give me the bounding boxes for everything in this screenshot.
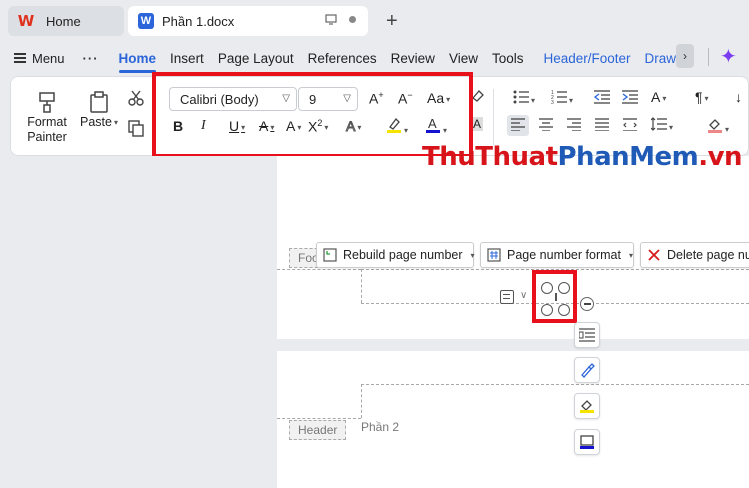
delete-x-icon [647,248,661,262]
fill-color-tool[interactable] [574,393,600,419]
text-direction-icon[interactable]: A ▾ [651,89,666,105]
menu-header-footer[interactable]: Header/Footer [543,51,630,66]
menu-button-label: Menu [32,50,65,66]
section-label: Phần 2 [361,420,400,434]
tab-document-label: Phần 1.docx [162,13,235,29]
monitor-icon[interactable] [325,14,337,28]
new-tab-plus-icon[interactable]: + [386,10,398,33]
unsaved-dot-icon [349,16,356,23]
watermark-part-4: Mem [629,142,699,172]
delete-label: Delete page nu [667,248,749,262]
watermark-part-5: .vn [698,142,743,172]
justify-icon[interactable] [595,117,609,134]
position-picker-highlight [532,270,577,323]
rebuild-dropdown-icon: ▾ [470,250,475,260]
menu-scroll-right-icon[interactable]: › [676,44,694,68]
hamburger-icon [14,53,26,63]
cut-icon[interactable] [127,89,145,110]
paste-label: Paste [80,115,112,129]
watermark-part-3: Phan [557,142,630,172]
wrap-text-icon [579,328,595,342]
header-guide-line [277,418,361,419]
ai-sparkle-icon[interactable]: ✦ [720,44,737,69]
sort-icon[interactable]: ↓ [735,89,742,105]
header-tag: Header [289,420,347,440]
delete-page-number-button[interactable]: Delete page nu [640,242,749,268]
paragraph-mark-icon[interactable]: ¶ ▾ [695,89,709,105]
more-icon[interactable]: ··· [83,51,99,66]
page-number-format-button[interactable]: Page number format ▾ [480,242,634,268]
menu-divider [708,48,709,66]
increase-indent-icon[interactable] [622,90,638,107]
clear-format-icon[interactable] [471,89,485,106]
numbering-icon[interactable]: 1 2 3 ▾ [551,90,573,107]
footer-guide-line [277,269,361,270]
tab-bar: W Home W Phần 1.docx + [0,0,749,42]
tab-document[interactable]: W Phần 1.docx [128,6,368,36]
format-painter-label: Format Painter [27,115,67,144]
paste-icon [77,91,121,115]
menu-page-layout[interactable]: Page Layout [218,51,294,66]
menu-insert[interactable]: Insert [170,51,204,66]
wrap-text-tool[interactable] [574,322,600,348]
rebuild-icon [323,248,337,262]
watermark-part-2: Thuat [475,142,558,172]
menu-references[interactable]: References [308,51,377,66]
line-spacing-icon[interactable]: ▾ [650,117,673,134]
footer-frame-dropdown-icon[interactable]: ∨ [520,290,527,301]
bullets-icon[interactable]: ▾ [513,90,535,107]
page-number-format-icon [487,248,501,262]
menu-review[interactable]: Review [391,51,435,66]
page-number-format-dropdown-icon: ▾ [628,250,633,260]
menu-button[interactable]: Menu [14,51,65,66]
rebuild-label: Rebuild page number [343,248,463,262]
tab-home-label: Home [46,13,81,29]
paste-button[interactable]: Paste ▾ [77,91,121,130]
wps-logo-icon: W [17,12,35,30]
tab-home[interactable]: W Home [8,6,124,36]
copy-icon[interactable] [127,119,145,140]
collapse-minus-icon[interactable] [580,297,594,311]
header-guide-line [361,384,749,385]
align-left-icon[interactable] [507,115,529,136]
ribbon-divider [493,89,494,145]
footer-guide-line [361,269,362,303]
decrease-indent-icon[interactable] [593,90,610,107]
header-guide-line [361,384,362,418]
watermark-part-1: Thu [422,142,476,172]
svg-text:3: 3 [551,100,554,104]
align-center-icon[interactable] [539,117,553,134]
word-doc-icon: W [138,13,154,29]
align-right-icon[interactable] [567,117,581,134]
page-number-format-label: Page number format [507,248,621,262]
distributed-icon[interactable] [623,117,637,134]
menu-draw[interactable]: Draw [645,51,677,66]
paint-brush-icon [581,363,595,378]
menu-view[interactable]: View [449,51,478,66]
menu-home[interactable]: Home [118,51,156,73]
format-painter-icon [21,91,73,115]
border-color-icon [580,435,594,449]
watermark-logo: ThuThuatPhanMem.vn [422,142,743,172]
fill-bucket-icon [580,400,594,413]
shading-icon[interactable]: ▾ [707,117,729,136]
rebuild-page-number-button[interactable]: Rebuild page number ▾ [316,242,475,268]
menu-bar: Menu ··· Home Insert Page Layout Referen… [0,42,749,74]
menu-tools[interactable]: Tools [492,51,524,66]
footer-frame-icon[interactable] [500,290,514,304]
page-2 [277,351,749,488]
style-brush-tool[interactable] [574,357,600,383]
border-color-tool[interactable] [574,429,600,455]
format-painter-button[interactable]: Format Painter [21,91,73,145]
paste-dropdown-icon[interactable]: ▾ [114,118,118,127]
